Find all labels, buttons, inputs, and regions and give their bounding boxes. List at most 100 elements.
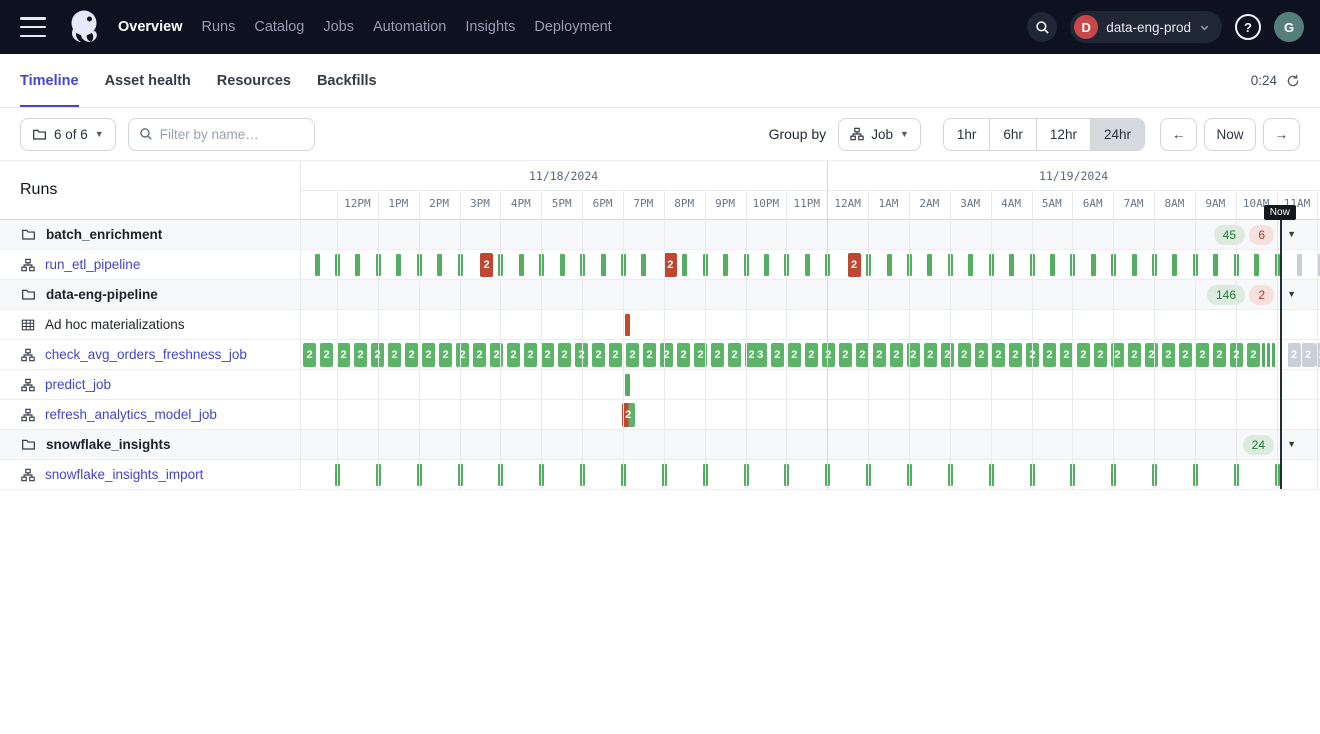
run-mark-bar[interactable] [1132,254,1137,276]
run-mark-bar[interactable] [580,464,585,486]
nav-item-catalog[interactable]: Catalog [254,19,304,35]
run-mark-box[interactable]: 2 [473,343,486,367]
run-mark-box-scheduled[interactable]: 2 [1302,343,1315,367]
run-mark-bar-fail[interactable] [625,314,630,336]
run-mark-bar[interactable] [682,254,687,276]
run-mark-box[interactable]: 2 [439,343,452,367]
run-mark-box[interactable]: 2 [422,343,435,367]
nav-item-jobs[interactable]: Jobs [323,19,354,35]
run-mark-bar[interactable] [621,254,626,276]
run-mark-bar[interactable] [335,464,340,486]
timeline-now-button[interactable]: Now [1204,118,1255,151]
run-mark-bar[interactable] [601,254,606,276]
run-mark-bar[interactable] [907,464,912,486]
run-mark-box[interactable]: 2 [890,343,903,367]
run-mark-bar[interactable] [866,254,871,276]
run-mark-bar[interactable] [887,254,892,276]
run-mark-box[interactable]: 2 [992,343,1005,367]
run-mark-bar[interactable] [621,464,626,486]
run-mark-bar[interactable] [539,464,544,486]
collapse-caret-icon[interactable]: ▼ [1287,289,1296,299]
run-mark-box-fail[interactable]: 2 [848,253,861,277]
run-mark-box-scheduled[interactable]: 2 [1315,343,1320,367]
run-mark-bar[interactable] [539,254,544,276]
run-mark-bar[interactable] [744,464,749,486]
run-mark-box[interactable]: 2 [626,343,639,367]
run-mark-box[interactable]: 2 [1094,343,1107,367]
nav-item-runs[interactable]: Runs [202,19,236,35]
range-1hr[interactable]: 1hr [944,119,990,150]
run-mark-bar[interactable] [1254,254,1259,276]
run-mark-bar[interactable] [764,254,769,276]
run-mark-bar[interactable] [1213,254,1218,276]
refresh-icon[interactable] [1286,74,1300,88]
run-mark-box[interactable]: 2 [490,343,503,367]
run-mark-bar[interactable] [825,254,830,276]
run-mark-box[interactable]: 2 [788,343,801,367]
range-12hr[interactable]: 12hr [1036,119,1090,150]
help-button[interactable]: ? [1235,14,1261,40]
run-mark-box[interactable]: 2 [524,343,537,367]
collapse-caret-icon[interactable]: ▼ [1287,229,1296,239]
run-mark-box[interactable]: 2 [822,343,835,367]
run-mark-bar[interactable] [1050,254,1055,276]
run-mark-bar[interactable] [560,254,565,276]
code-location-filter-button[interactable]: 6 of 6 ▼ [20,118,116,151]
run-mark-bar[interactable] [1111,254,1116,276]
run-mark-bar-scheduled[interactable] [1297,254,1302,276]
run-mark-bar[interactable] [458,254,463,276]
run-mark-bar[interactable] [417,464,422,486]
range-6hr[interactable]: 6hr [989,119,1036,150]
run-mark-box[interactable]: 2 [1145,343,1158,367]
menu-icon[interactable] [20,17,46,37]
run-mark-box[interactable]: 2 [805,343,818,367]
run-mark-bar[interactable] [784,464,789,486]
nav-item-insights[interactable]: Insights [465,19,515,35]
run-mark-box[interactable]: 2 [677,343,690,367]
run-mark-box[interactable]: 2 [1247,343,1260,367]
run-mark-box[interactable]: 2 [1128,343,1141,367]
run-mark-box[interactable]: 2 [1009,343,1022,367]
dagster-logo-icon[interactable] [64,7,104,47]
run-mark-bar[interactable] [458,464,463,486]
run-mark-slim[interactable] [1262,343,1265,367]
run-mark-bar[interactable] [417,254,422,276]
run-mark-box[interactable]: 2 [941,343,954,367]
deployment-switcher[interactable]: D data-eng-prod [1070,11,1222,43]
run-mark-bar[interactable] [907,254,912,276]
run-mark-box[interactable]: 2 [856,343,869,367]
user-avatar[interactable]: G [1274,12,1304,42]
run-mark-bar[interactable] [498,464,503,486]
run-mark-bar[interactable] [1091,254,1096,276]
run-mark-bar[interactable] [1070,464,1075,486]
run-mark-bar[interactable] [948,464,953,486]
run-mark-bar[interactable] [437,254,442,276]
run-mark-bar[interactable] [376,464,381,486]
row-name[interactable]: refresh_analytics_model_job [45,407,217,422]
run-mark-bar[interactable] [580,254,585,276]
run-mark-box[interactable]: 2 [643,343,656,367]
run-mark-box[interactable]: 2 [975,343,988,367]
nav-item-overview[interactable]: Overview [118,19,183,35]
run-mark-box[interactable]: 2 [354,343,367,367]
run-mark-box-scheduled[interactable]: 2 [1288,343,1301,367]
run-mark-bar[interactable] [989,254,994,276]
run-mark-box[interactable]: 2 [592,343,605,367]
run-mark-bar[interactable] [784,254,789,276]
run-mark-bar[interactable] [744,254,749,276]
run-mark-box[interactable]: 2 [1230,343,1243,367]
run-mark-bar[interactable] [641,254,646,276]
run-mark-bar[interactable] [498,254,503,276]
run-mark-box[interactable]: 2 [1213,343,1226,367]
run-mark-bar[interactable] [989,464,994,486]
nav-item-automation[interactable]: Automation [373,19,446,35]
run-mark-bar[interactable] [825,464,830,486]
collapse-caret-icon[interactable]: ▼ [1287,439,1296,449]
run-mark-bar[interactable] [927,254,932,276]
run-mark-bar[interactable] [703,464,708,486]
run-mark-box[interactable]: 2 [660,343,673,367]
timeline-next-button[interactable]: → [1263,118,1301,151]
run-mark-bar[interactable] [1030,464,1035,486]
run-mark-box[interactable]: 2 [337,343,350,367]
row-name[interactable]: snowflake_insights_import [45,467,203,482]
